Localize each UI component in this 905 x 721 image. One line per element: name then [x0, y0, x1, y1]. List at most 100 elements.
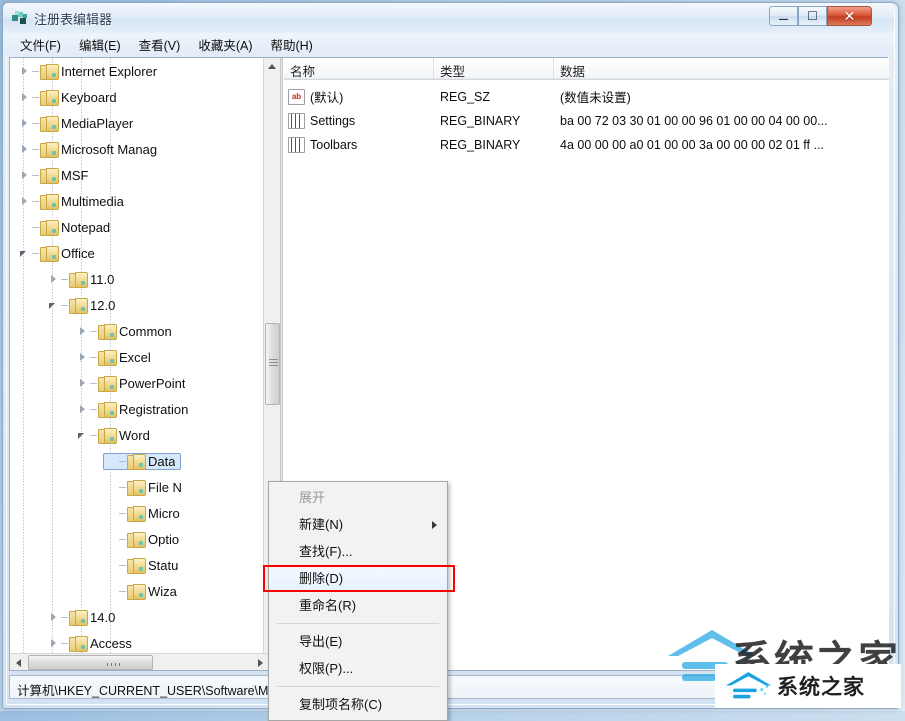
- column-header-data[interactable]: 数据: [554, 58, 889, 79]
- tree-item-excel[interactable]: Excel: [10, 344, 263, 370]
- tree-item-label: MSF: [61, 167, 89, 183]
- title-bar[interactable]: 注册表编辑器 ⚊ ☐ ✕: [3, 3, 894, 33]
- tree-item-14-0[interactable]: 14.0: [10, 604, 263, 630]
- tree-item-word[interactable]: Word: [10, 422, 263, 448]
- expand-triangle-icon[interactable]: [18, 168, 32, 182]
- tree-horizontal-scroll-thumb[interactable]: [28, 655, 153, 670]
- expand-triangle-icon[interactable]: [76, 324, 90, 338]
- expand-triangle-icon[interactable]: [18, 194, 32, 208]
- tree-item-11-0[interactable]: 11.0: [10, 266, 263, 292]
- tree-connector-icon: [61, 304, 68, 306]
- registry-tree[interactable]: Internet Explorer Keyboard MediaPlayer Micr…: [10, 58, 263, 653]
- tree-item-content: Office: [16, 245, 101, 262]
- expand-triangle-icon[interactable]: [18, 142, 32, 156]
- ctx-delete[interactable]: 删除(D): [263, 565, 455, 592]
- menu-edit[interactable]: 编辑(E): [70, 33, 130, 56]
- expand-triangle-icon[interactable]: [18, 64, 32, 78]
- tree-item-content: Statu: [103, 557, 184, 574]
- ctx-expand: 展开: [269, 484, 447, 511]
- tree-node-spacer: [105, 532, 119, 546]
- ctx-find[interactable]: 查找(F)...: [269, 538, 447, 565]
- tree-item-microsoft-manag[interactable]: Microsoft Manag: [10, 136, 263, 162]
- tree-item-internet-explorer[interactable]: Internet Explorer: [10, 58, 263, 84]
- tree-item-msf[interactable]: MSF: [10, 162, 263, 188]
- value-name: (默认): [310, 91, 344, 105]
- tree-item-notepad[interactable]: Notepad: [10, 214, 263, 240]
- tree-vertical-scroll-thumb[interactable]: [265, 323, 280, 405]
- tree-item-label: Word: [119, 427, 150, 443]
- tree-item-content: Excel: [74, 349, 157, 366]
- collapse-triangle-icon[interactable]: [18, 246, 32, 260]
- tree-item-common[interactable]: Common: [10, 318, 263, 344]
- tree-item-keyboard[interactable]: Keyboard: [10, 84, 263, 110]
- expand-triangle-icon[interactable]: [18, 90, 32, 104]
- tree-item-wiza[interactable]: Wiza: [10, 578, 263, 604]
- ctx-permissions[interactable]: 权限(P)...: [269, 655, 447, 682]
- scroll-up-icon[interactable]: [268, 64, 276, 69]
- menu-file[interactable]: 文件(F): [11, 33, 70, 56]
- menu-favorites[interactable]: 收藏夹(A): [189, 33, 261, 56]
- tree-item-data[interactable]: Data: [10, 448, 263, 474]
- expand-triangle-icon[interactable]: [47, 272, 61, 286]
- tree-item-mediaplayer[interactable]: MediaPlayer: [10, 110, 263, 136]
- menu-help[interactable]: 帮助(H): [261, 33, 321, 56]
- tree-item-registration[interactable]: Registration: [10, 396, 263, 422]
- tree-connector-icon: [90, 330, 97, 332]
- tree-connector-icon: [32, 122, 39, 124]
- column-header-type[interactable]: 类型: [434, 58, 554, 79]
- table-row[interactable]: ab (默认) REG_SZ (数值未设置): [284, 85, 889, 108]
- list-column-header: 名称 类型 数据: [284, 58, 889, 80]
- expand-triangle-icon[interactable]: [18, 116, 32, 130]
- table-row[interactable]: Toolbars REG_BINARY 4a 00 00 00 a0 01 00 0…: [284, 133, 889, 156]
- folder-icon: [98, 428, 117, 444]
- ctx-copy-key-name[interactable]: 复制项名称(C): [269, 691, 447, 718]
- folder-icon: [98, 402, 117, 418]
- table-row[interactable]: Settings REG_BINARY ba 00 72 03 30 01 00 0…: [284, 109, 889, 132]
- tree-item-content: MSF: [16, 167, 94, 184]
- folder-icon: [98, 324, 117, 340]
- tree-item-access[interactable]: Access: [10, 630, 263, 653]
- tree-item-content: Optio: [103, 531, 185, 548]
- expand-triangle-icon[interactable]: [76, 402, 90, 416]
- tree-connector-icon: [119, 590, 126, 592]
- window-title: 注册表编辑器: [34, 12, 113, 27]
- ctx-new[interactable]: 新建(N): [269, 511, 447, 538]
- tree-item-label: Notepad: [61, 219, 111, 235]
- value-type: REG_BINARY: [440, 113, 521, 128]
- close-button[interactable]: ✕: [827, 6, 872, 26]
- tree-item-office[interactable]: Office: [10, 240, 263, 266]
- tree-item-statu[interactable]: Statu: [10, 552, 263, 578]
- tree-node-spacer: [105, 558, 119, 572]
- expand-triangle-icon[interactable]: [47, 610, 61, 624]
- tree-item-label: Microsoft Manag: [61, 141, 158, 157]
- tree-item-powerpoint[interactable]: PowerPoint: [10, 370, 263, 396]
- collapse-triangle-icon[interactable]: [76, 428, 90, 442]
- tree-connector-icon: [119, 460, 126, 462]
- context-menu-item-label: 展开: [299, 490, 326, 505]
- expand-triangle-icon[interactable]: [76, 376, 90, 390]
- ctx-rename[interactable]: 重命名(R): [269, 592, 447, 619]
- context-menu-item-label: 删除(D): [299, 571, 344, 586]
- tree-item-optio[interactable]: Optio: [10, 526, 263, 552]
- context-menu[interactable]: 展开新建(N) 查找(F)... 删除(D) 重命名(R) 导出(E) 权限(P)... 复…: [263, 481, 455, 721]
- tree-item-micro[interactable]: Micro: [10, 500, 263, 526]
- folder-icon: [40, 142, 59, 158]
- column-header-name[interactable]: 名称: [284, 58, 434, 79]
- expand-triangle-icon[interactable]: [47, 636, 61, 650]
- menu-bar: 文件(F) 编辑(E) 查看(V) 收藏夹(A) 帮助(H): [3, 33, 894, 55]
- tree-horizontal-scrollbar[interactable]: [10, 653, 280, 670]
- registry-tree-pane[interactable]: Internet Explorer Keyboard MediaPlayer Micr…: [10, 58, 280, 670]
- scroll-right-icon[interactable]: [258, 659, 263, 667]
- collapse-triangle-icon[interactable]: [47, 298, 61, 312]
- tree-item-label: 12.0: [90, 297, 116, 313]
- tree-item-file-n[interactable]: File N: [10, 474, 263, 500]
- scroll-grip-icon: [107, 663, 121, 666]
- minimize-button[interactable]: ⚊: [769, 6, 798, 26]
- tree-item-multimedia[interactable]: Multimedia: [10, 188, 263, 214]
- ctx-export[interactable]: 导出(E): [269, 628, 447, 655]
- scroll-left-icon[interactable]: [16, 659, 21, 667]
- expand-triangle-icon[interactable]: [76, 350, 90, 364]
- maximize-button[interactable]: ☐: [798, 6, 827, 26]
- tree-item-12-0[interactable]: 12.0: [10, 292, 263, 318]
- menu-view[interactable]: 查看(V): [130, 33, 190, 56]
